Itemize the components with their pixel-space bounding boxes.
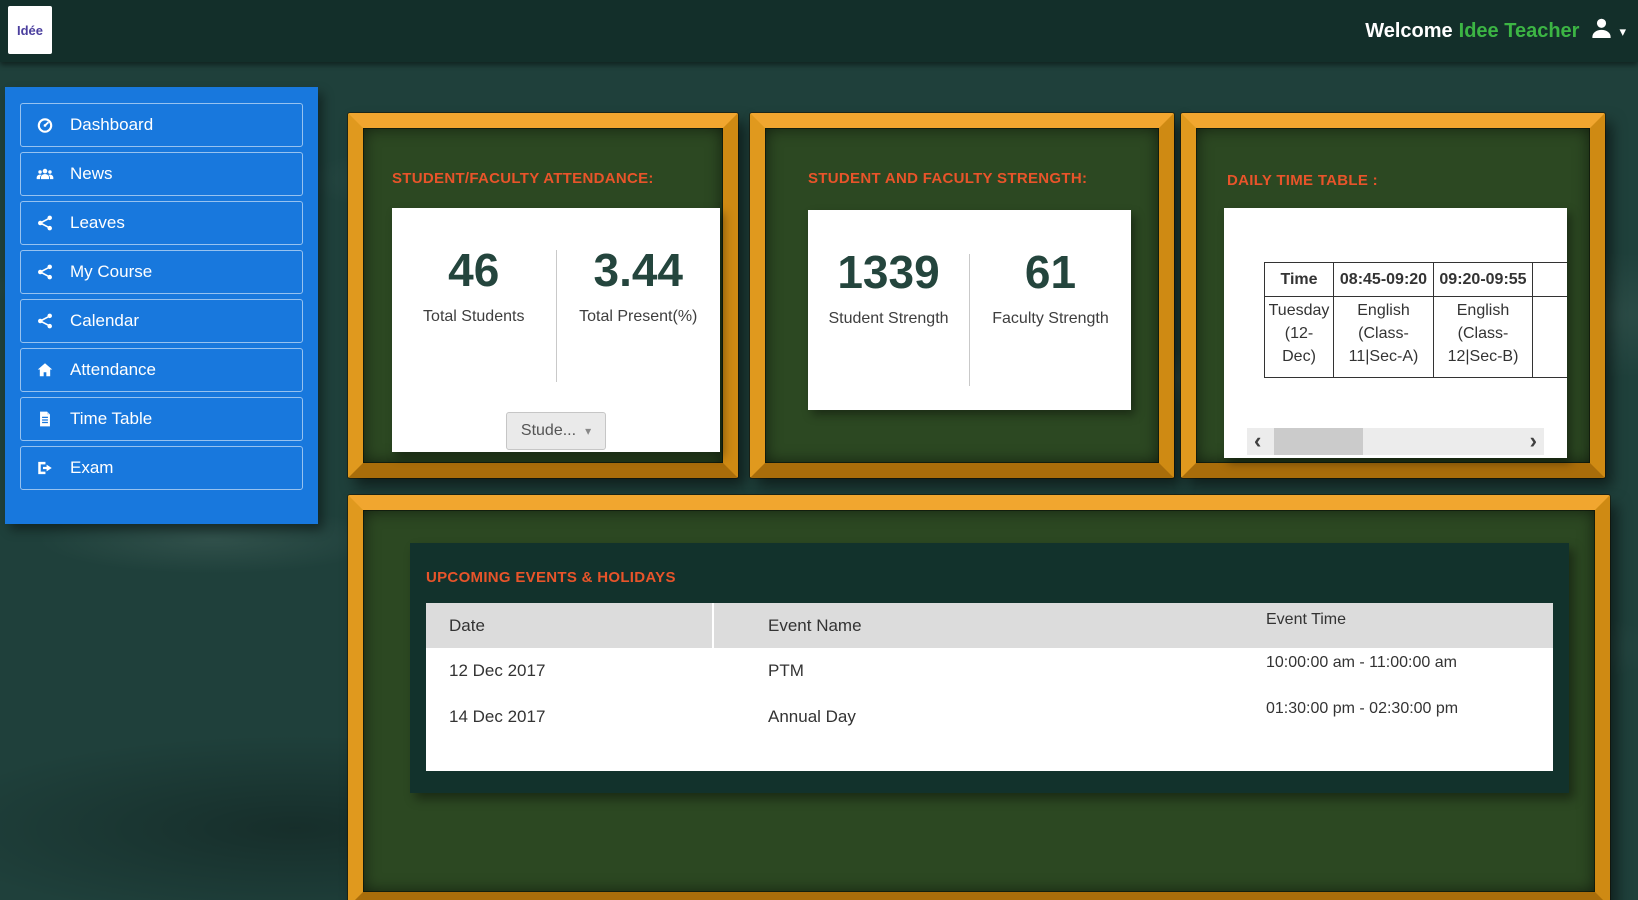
events-col-date: Date <box>426 603 714 648</box>
logo-text: Idée <box>17 23 43 38</box>
event-name: Annual Day <box>714 694 1264 740</box>
share-icon <box>35 262 55 282</box>
sidebar-item-attendance[interactable]: Attendance <box>20 348 303 392</box>
faculty-strength-stat: 61 Faculty Strength <box>970 248 1131 386</box>
timetable-cell <box>1533 297 1568 378</box>
timetable-scroll-viewport: Time 08:45-09:20 09:20-09:55 09: Tuesday… <box>1264 262 1567 378</box>
timetable-col-slot2: 09:20-09:55 <box>1434 263 1533 297</box>
share-icon <box>35 311 55 331</box>
sidebar-item-my-course[interactable]: My Course <box>20 250 303 294</box>
sidebar-item-time-table[interactable]: Time Table <box>20 397 303 441</box>
sidebar: Dashboard News Leaves My Course Calendar <box>5 87 318 524</box>
attendance-stats: 46 Total Students 3.44 Total Present(%) <box>392 246 720 386</box>
timetable-panel-title: DAILY TIME TABLE : <box>1227 172 1378 189</box>
sidebar-item-label: My Course <box>70 262 152 282</box>
app-logo[interactable]: Idée <box>8 6 52 54</box>
sidebar-item-calendar[interactable]: Calendar <box>20 299 303 343</box>
sidebar-item-exam[interactable]: Exam <box>20 446 303 490</box>
event-row: 14 Dec 2017 Annual Day 01:30:00 pm - 02:… <box>426 694 1553 740</box>
events-panel: UPCOMING EVENTS & HOLIDAYS Date Event Na… <box>348 495 1610 900</box>
dropdown-value: Stude... <box>521 422 576 440</box>
scrollbar-thumb[interactable] <box>1274 428 1363 455</box>
share-icon <box>35 213 55 233</box>
user-area: Welcome Idee Teacher ▾ <box>1365 0 1626 62</box>
chevron-down-icon: ▾ <box>585 424 591 438</box>
sidebar-item-label: Attendance <box>70 360 156 380</box>
timetable-panel: DAILY TIME TABLE : Time 08:45-09:20 09:2… <box>1181 113 1605 478</box>
attendance-panel-title: STUDENT/FACULTY ATTENDANCE: <box>392 170 654 187</box>
total-present-label: Total Present(%) <box>557 308 721 326</box>
faculty-strength-label: Faculty Strength <box>970 310 1131 328</box>
divider <box>556 250 557 382</box>
total-present-value: 3.44 <box>557 246 721 294</box>
events-card: UPCOMING EVENTS & HOLIDAYS Date Event Na… <box>410 543 1569 793</box>
attendance-panel: STUDENT/FACULTY ATTENDANCE: 46 Total Stu… <box>348 113 738 478</box>
event-time: 01:30:00 pm - 02:30:00 pm <box>1264 694 1553 740</box>
sidebar-item-label: Exam <box>70 458 113 478</box>
sidebar-item-label: News <box>70 164 113 184</box>
welcome-text: Welcome Idee Teacher <box>1365 20 1579 43</box>
event-name: PTM <box>714 648 1264 694</box>
sidebar-item-dashboard[interactable]: Dashboard <box>20 103 303 147</box>
student-strength-stat: 1339 Student Strength <box>808 248 969 386</box>
sign-out-icon <box>35 458 55 478</box>
timetable-table: Time 08:45-09:20 09:20-09:55 09: Tuesday… <box>1264 262 1567 378</box>
user-name: Idee Teacher <box>1459 20 1580 42</box>
events-col-name: Event Name <box>714 603 1264 648</box>
sidebar-item-leaves[interactable]: Leaves <box>20 201 303 245</box>
event-row: 12 Dec 2017 PTM 10:00:00 am - 11:00:00 a… <box>426 648 1553 694</box>
user-icon <box>1588 15 1615 47</box>
timetable-col-time: Time <box>1265 263 1334 297</box>
event-date: 12 Dec 2017 <box>426 648 714 694</box>
event-time: 10:00:00 am - 11:00:00 am <box>1264 648 1553 694</box>
events-header-row: Date Event Name Event Time <box>426 603 1553 648</box>
total-students-label: Total Students <box>392 308 556 326</box>
timetable-card: Time 08:45-09:20 09:20-09:55 09: Tuesday… <box>1224 208 1567 458</box>
scroll-right-icon[interactable]: › <box>1530 428 1537 455</box>
events-col-time: Event Time <box>1264 603 1553 648</box>
timetable-day-cell: Tuesday (12-Dec) <box>1265 297 1334 378</box>
sidebar-item-label: Calendar <box>70 311 139 331</box>
strength-panel: STUDENT AND FACULTY STRENGTH: 1339 Stude… <box>750 113 1174 478</box>
timetable-cell: English (Class-12|Sec-B) <box>1434 297 1533 378</box>
welcome-prefix: Welcome <box>1365 20 1452 42</box>
top-bar: Idée Welcome Idee Teacher ▾ <box>0 0 1638 62</box>
sidebar-item-label: Leaves <box>70 213 125 233</box>
events-table: Date Event Name Event Time 12 Dec 2017 P… <box>426 603 1553 771</box>
attendance-card: 46 Total Students 3.44 Total Present(%) … <box>392 208 720 452</box>
total-present-stat: 3.44 Total Present(%) <box>557 246 721 386</box>
caret-down-icon: ▾ <box>1619 25 1626 38</box>
events-panel-title: UPCOMING EVENTS & HOLIDAYS <box>426 569 676 586</box>
home-icon <box>35 360 55 380</box>
user-menu-button[interactable]: ▾ <box>1588 15 1626 47</box>
timetable-cell: English (Class-11|Sec-A) <box>1334 297 1434 378</box>
sidebar-item-news[interactable]: News <box>20 152 303 196</box>
timetable-col-slot1: 08:45-09:20 <box>1334 263 1434 297</box>
student-strength-label: Student Strength <box>808 310 969 328</box>
timetable-col-slot3: 09: <box>1533 263 1568 297</box>
timetable-scrollbar[interactable]: ‹ › <box>1247 428 1544 455</box>
total-students-stat: 46 Total Students <box>392 246 556 386</box>
file-text-icon <box>35 409 55 429</box>
sidebar-item-label: Dashboard <box>70 115 153 135</box>
scroll-left-icon[interactable]: ‹ <box>1254 428 1261 455</box>
strength-panel-title: STUDENT AND FACULTY STRENGTH: <box>808 170 1087 187</box>
dashboard-icon <box>35 115 55 135</box>
total-students-value: 46 <box>392 246 556 294</box>
strength-card: 1339 Student Strength 61 Faculty Strengt… <box>808 210 1131 410</box>
users-icon <box>35 164 55 184</box>
student-strength-value: 1339 <box>808 248 969 296</box>
attendance-filter-dropdown[interactable]: Stude... ▾ <box>506 412 606 450</box>
sidebar-item-label: Time Table <box>70 409 152 429</box>
dashboard-page: Idée Welcome Idee Teacher ▾ Dashboard <box>0 0 1638 900</box>
strength-stats: 1339 Student Strength 61 Faculty Strengt… <box>808 248 1131 386</box>
event-date: 14 Dec 2017 <box>426 694 714 740</box>
faculty-strength-value: 61 <box>970 248 1131 296</box>
timetable-header-row: Time 08:45-09:20 09:20-09:55 09: <box>1265 263 1568 297</box>
timetable-data-row: Tuesday (12-Dec) English (Class-11|Sec-A… <box>1265 297 1568 378</box>
